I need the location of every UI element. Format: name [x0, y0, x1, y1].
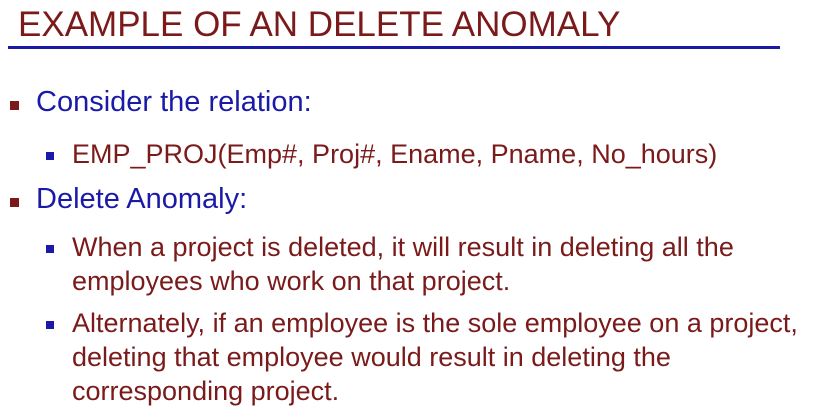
bullet-consider-relation: Consider the relation: [36, 86, 312, 118]
level1-bullet [10, 101, 19, 110]
level2-bullet [46, 152, 54, 160]
level2-bullet [46, 321, 54, 329]
level1-bullet [10, 198, 19, 207]
level2-bullet [46, 245, 54, 253]
relation-schema: EMP_PROJ(Emp#, Proj#, Ename, Pname, No_h… [72, 139, 718, 169]
slide-body: Consider the relation: EMP_PROJ(Emp#, Pr… [0, 0, 816, 410]
delete-anomaly-point-1: When a project is deleted, it will resul… [72, 232, 734, 296]
bullet-delete-anomaly: Delete Anomaly: [36, 183, 248, 215]
delete-anomaly-point-2: Alternately, if an employee is the sole … [72, 308, 798, 406]
